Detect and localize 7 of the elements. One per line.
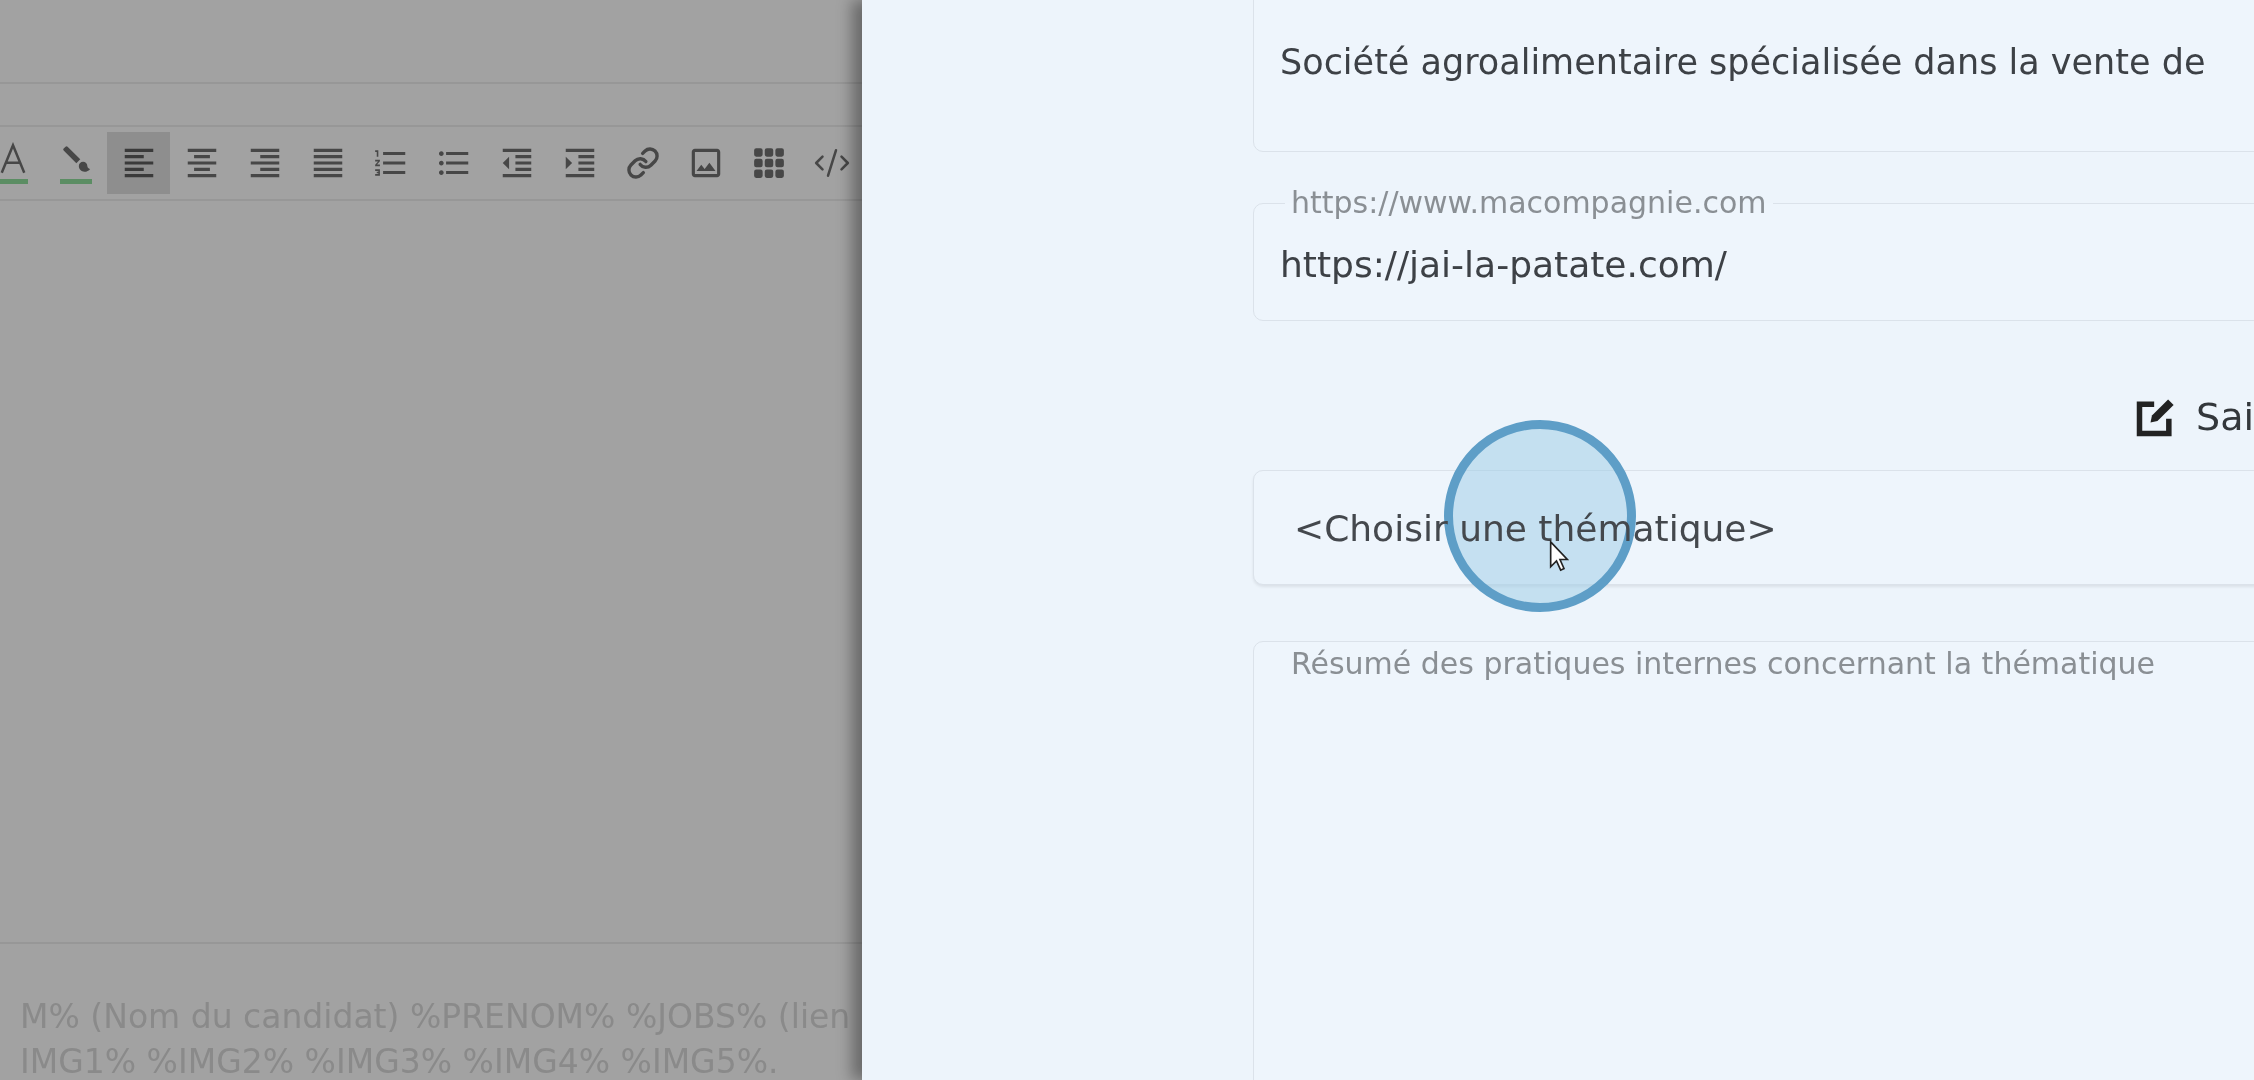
align-left-button[interactable] <box>107 132 170 194</box>
grid-icon <box>751 146 786 180</box>
edit-button[interactable]: Sai <box>2134 389 2254 445</box>
letter-a-underline-icon <box>0 142 28 184</box>
website-field[interactable]: https://www.macompagnie.com https://jai-la-patate.com/ <box>1253 187 2254 321</box>
chain-link-icon <box>625 146 660 180</box>
description-field[interactable]: Société agroalimentaire spécialisée dans la vente de <box>1253 0 2254 152</box>
